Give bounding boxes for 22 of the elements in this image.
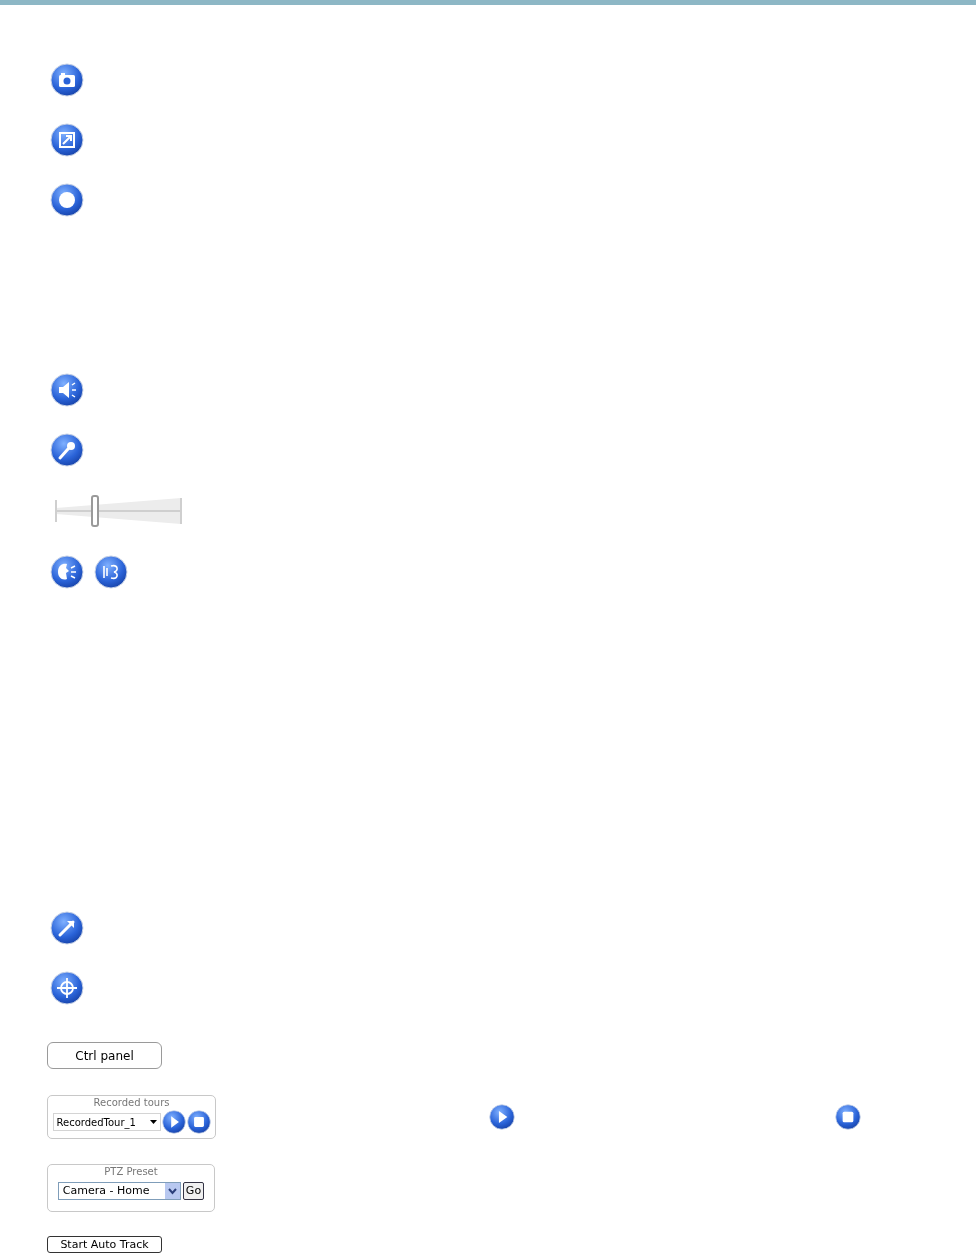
listen-icon[interactable]: [94, 555, 128, 589]
expand-icon[interactable]: [50, 123, 84, 157]
volume-slider[interactable]: [55, 494, 182, 528]
start-auto-track-button[interactable]: Start Auto Track: [47, 1236, 162, 1253]
stop-icon[interactable]: [186, 1110, 211, 1134]
panel-title: PTZ Preset: [104, 1166, 158, 1178]
talk-icon[interactable]: [50, 555, 84, 589]
speaker-icon[interactable]: [50, 373, 84, 407]
go-button[interactable]: Go: [182, 1182, 205, 1200]
tour-dropdown[interactable]: RecordedTour_1: [52, 1113, 161, 1131]
stop-icon[interactable]: [835, 1104, 861, 1130]
slider-thumb[interactable]: [90, 495, 99, 527]
panel-title: Recorded tours: [93, 1097, 170, 1109]
microphone-icon[interactable]: [50, 433, 84, 467]
play-icon[interactable]: [161, 1110, 186, 1134]
circle-icon[interactable]: [50, 183, 84, 217]
caret-icon: [149, 1120, 157, 1124]
ctrl-panel-button[interactable]: Ctrl panel: [47, 1042, 162, 1069]
play-icon[interactable]: [489, 1104, 515, 1130]
crosshair-icon[interactable]: [50, 971, 84, 1005]
preset-dropdown[interactable]: Camera - Home: [57, 1182, 181, 1200]
camera-icon[interactable]: [50, 63, 84, 97]
